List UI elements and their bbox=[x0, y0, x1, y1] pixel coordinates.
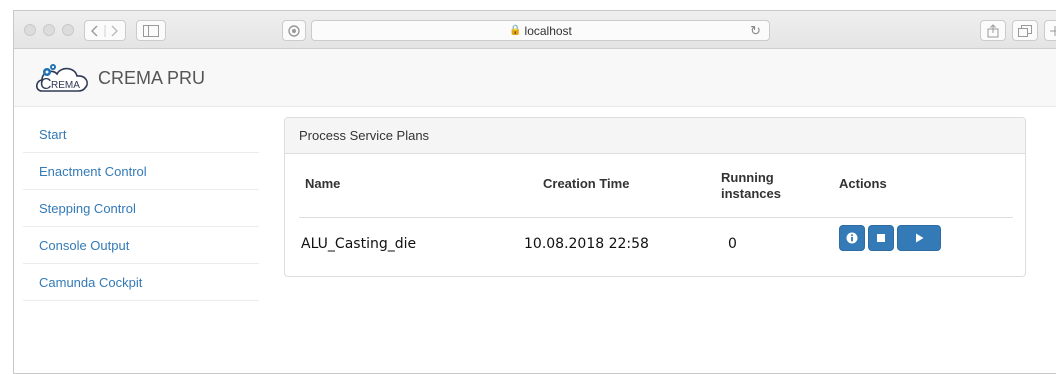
reload-icon[interactable]: ↻ bbox=[750, 23, 761, 39]
logo-text: REMA bbox=[51, 80, 80, 91]
play-icon bbox=[916, 233, 924, 243]
app-navbar: C REMA CREMA PRU bbox=[14, 49, 1056, 107]
share-button[interactable] bbox=[980, 20, 1006, 41]
brand-link[interactable]: C REMA CREMA PRU bbox=[34, 61, 205, 95]
tabs-overview-button[interactable] bbox=[1012, 20, 1038, 41]
column-header-name: Name bbox=[305, 176, 341, 191]
brand-name: CREMA PRU bbox=[98, 67, 206, 88]
address-bar[interactable]: 🔒 localhost ↻ bbox=[311, 20, 770, 41]
shield-icon bbox=[288, 24, 300, 37]
sidebar-item-stepping-control[interactable]: Stepping Control bbox=[23, 190, 259, 227]
sidebar-toggle-button[interactable] bbox=[136, 20, 166, 41]
info-button[interactable] bbox=[839, 225, 865, 251]
info-icon bbox=[846, 232, 858, 244]
creation-time-cell: 10.08.2018 22:58 bbox=[524, 236, 649, 252]
table-row: ALU_Casting_die 10.08.2018 22:58 0 bbox=[299, 218, 1013, 274]
minimize-window-button[interactable] bbox=[43, 24, 55, 36]
privacy-button[interactable] bbox=[282, 20, 306, 41]
row-actions bbox=[839, 225, 941, 251]
table-header-row: Name Creation Time Running instances Act… bbox=[299, 154, 1013, 218]
column-header-creation-time: Creation Time bbox=[543, 176, 630, 191]
sidebar-item-enactment-control[interactable]: Enactment Control bbox=[23, 153, 259, 190]
back-forward-buttons[interactable] bbox=[84, 20, 126, 41]
sidebar-item-start[interactable]: Start bbox=[23, 116, 259, 153]
new-tab-button[interactable] bbox=[1044, 20, 1056, 41]
lock-icon: 🔒 bbox=[509, 25, 522, 36]
url-text: localhost bbox=[524, 23, 572, 38]
sidebar-nav: Start Enactment Control Stepping Control… bbox=[23, 116, 259, 301]
crema-logo: C REMA bbox=[35, 64, 88, 93]
play-button[interactable] bbox=[897, 225, 941, 251]
plus-icon bbox=[1049, 25, 1056, 36]
column-header-actions: Actions bbox=[839, 176, 887, 191]
sidebar-icon bbox=[143, 24, 159, 37]
stop-icon bbox=[877, 234, 885, 242]
sidebar-item-console-output[interactable]: Console Output bbox=[23, 227, 259, 264]
stop-button[interactable] bbox=[868, 225, 894, 251]
back-forward-icon bbox=[91, 24, 118, 37]
close-window-button[interactable] bbox=[24, 24, 36, 36]
sidebar-item-camunda-cockpit[interactable]: Camunda Cockpit bbox=[23, 264, 259, 301]
tabs-icon bbox=[1018, 24, 1032, 37]
plan-name-cell: ALU_Casting_die bbox=[301, 236, 417, 252]
process-service-plans-panel: Process Service Plans Name Creation Time… bbox=[284, 117, 1026, 277]
share-icon bbox=[987, 23, 999, 37]
plans-table: Name Creation Time Running instances Act… bbox=[299, 154, 1013, 274]
running-label-line1: Running bbox=[721, 170, 774, 185]
zoom-window-button[interactable] bbox=[62, 24, 74, 36]
browser-toolbar: 🔒 localhost ↻ bbox=[14, 11, 1056, 49]
running-instances-cell: 0 bbox=[728, 236, 737, 252]
column-header-running-instances: Running instances bbox=[721, 170, 781, 202]
logo-initial: C bbox=[40, 76, 52, 93]
running-label-line2: instances bbox=[721, 186, 781, 201]
panel-title: Process Service Plans bbox=[285, 118, 1025, 154]
